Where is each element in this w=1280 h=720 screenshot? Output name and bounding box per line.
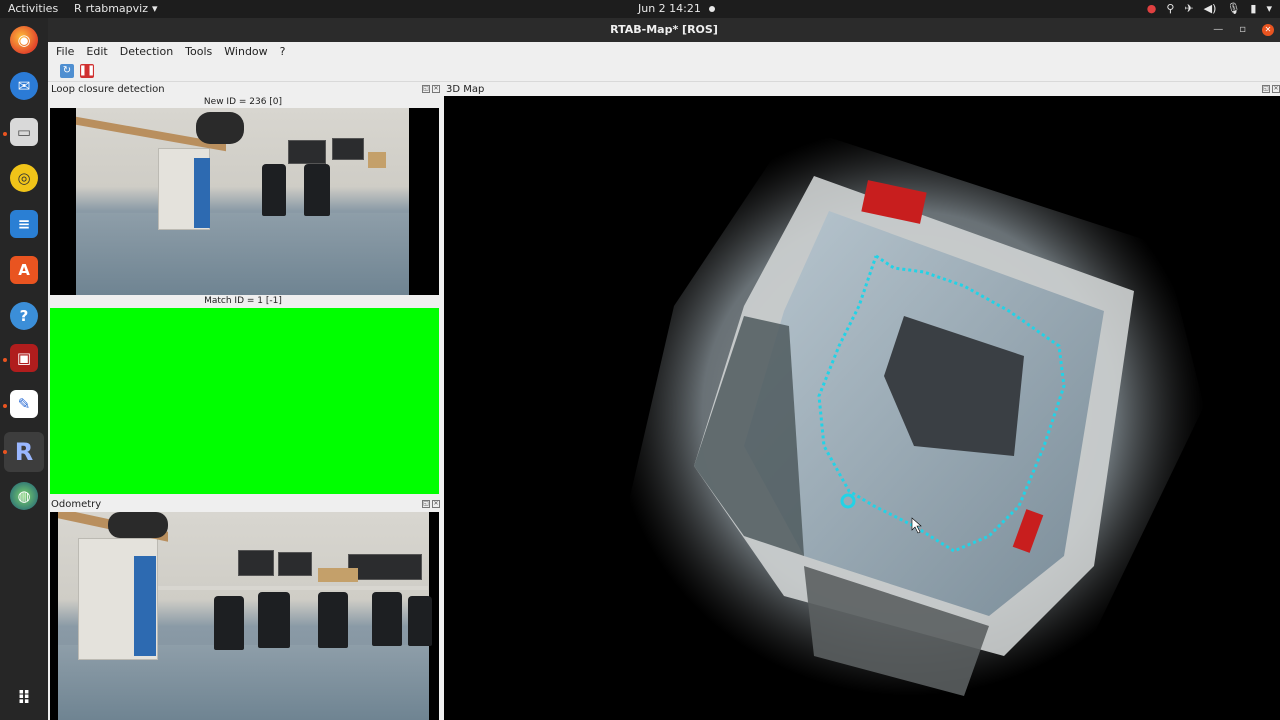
match-id-caption: Match ID = 1 [-1]: [204, 296, 282, 306]
close-panel-icon[interactable]: ✕: [432, 500, 440, 508]
app-menu[interactable]: R rtabmapviz ▾: [74, 2, 158, 15]
close-panel-icon[interactable]: ✕: [1272, 85, 1280, 93]
menu-window[interactable]: Window: [224, 45, 267, 58]
writer-icon[interactable]: ≡: [10, 210, 38, 238]
record-icon[interactable]: ●: [1147, 2, 1157, 15]
menu-tools[interactable]: Tools: [185, 45, 212, 58]
app-menu-label: rtabmapviz: [85, 2, 148, 15]
system-tray[interactable]: ● ⚲ ✈ ◀) 🎙︎ ▮ ▾: [1147, 2, 1272, 15]
running-indicator: [3, 358, 7, 362]
help-icon[interactable]: ?: [10, 302, 38, 330]
close-panel-icon[interactable]: ✕: [432, 85, 440, 93]
new-id-caption: New ID = 236 [0]: [203, 97, 283, 107]
system-menu-chevron-icon[interactable]: ▾: [1266, 2, 1272, 15]
activities-button[interactable]: Activities: [8, 2, 58, 15]
thunderbird-icon[interactable]: ✉: [10, 72, 38, 100]
web-icon[interactable]: ◍: [10, 482, 38, 510]
menu-edit[interactable]: Edit: [86, 45, 107, 58]
pause-icon[interactable]: ❚❚: [79, 63, 95, 78]
match-frame-placeholder: [50, 308, 439, 494]
software-icon[interactable]: A: [10, 256, 38, 284]
loop-closure-panel-controls: ◱ ✕: [422, 85, 440, 93]
float-panel-icon[interactable]: ◱: [422, 85, 430, 93]
window-title: RTAB-Map* [ROS]: [610, 23, 718, 36]
files-icon[interactable]: ▭: [10, 118, 38, 146]
rtabmap-window: RTAB-Map* [ROS] — ▫ ✕ File Edit Detectio…: [48, 18, 1280, 720]
odometry-panel-controls: ◱ ✕: [422, 500, 440, 508]
microphone-icon[interactable]: 🎙︎: [1226, 2, 1240, 15]
running-indicator: [3, 404, 7, 408]
editor-icon[interactable]: ✎: [10, 390, 38, 418]
refresh-icon[interactable]: ↻: [60, 63, 74, 78]
odometry-image: [50, 512, 439, 720]
float-panel-icon[interactable]: ◱: [1262, 85, 1270, 93]
map3d-view[interactable]: [444, 96, 1280, 720]
running-indicator: [3, 450, 7, 454]
chevron-down-icon: ▾: [152, 2, 158, 15]
menu-detection[interactable]: Detection: [120, 45, 173, 58]
menu-help[interactable]: ?: [280, 45, 286, 58]
new-frame-image: [50, 108, 439, 295]
apps-grid-icon[interactable]: ⠿: [10, 684, 38, 712]
maximize-icon[interactable]: ▫: [1239, 18, 1246, 42]
menu-bar: File Edit Detection Tools Window ?: [48, 42, 1280, 60]
close-icon[interactable]: ✕: [1262, 24, 1274, 36]
rtabmap-small-icon: R: [74, 2, 82, 15]
menu-file[interactable]: File: [56, 45, 74, 58]
volume-icon[interactable]: ◀): [1204, 2, 1217, 15]
odometry-panel-title: Odometry: [51, 499, 102, 510]
map3d-panel-title: 3D Map: [446, 84, 485, 95]
toolbar: ↻ ❚❚: [48, 60, 1280, 82]
dock: ◉ ✉ ▭ ◎ ≡ A ? ▣ ✎ R ◍ ⠿: [0, 18, 48, 720]
rhythmbox-icon[interactable]: ◎: [10, 164, 38, 192]
battery-icon[interactable]: ▮: [1250, 2, 1256, 15]
map3d-panel-controls: ◱ ✕: [1262, 85, 1280, 93]
point-cloud-map: [614, 126, 1204, 696]
top-bar: Activities R rtabmapviz ▾ Jun 2 14:21 ● …: [0, 0, 1280, 18]
airplane-icon[interactable]: ✈: [1184, 2, 1193, 15]
firefox-icon[interactable]: ◉: [10, 26, 38, 54]
recording-indicator-icon: [708, 5, 715, 12]
loop-closure-panel-title: Loop closure detection: [51, 84, 165, 95]
clock[interactable]: Jun 2 14:21: [638, 2, 715, 15]
running-indicator: [3, 132, 7, 136]
float-panel-icon[interactable]: ◱: [422, 500, 430, 508]
clock-label: Jun 2 14:21: [638, 2, 701, 15]
window-controls: — ▫ ✕: [1213, 18, 1274, 42]
network-icon[interactable]: ⚲: [1166, 2, 1174, 15]
rtabmap-icon[interactable]: R: [10, 438, 38, 466]
terminal-icon[interactable]: ▣: [10, 344, 38, 372]
window-titlebar[interactable]: RTAB-Map* [ROS] — ▫ ✕: [48, 18, 1280, 42]
minimize-icon[interactable]: —: [1213, 18, 1223, 42]
